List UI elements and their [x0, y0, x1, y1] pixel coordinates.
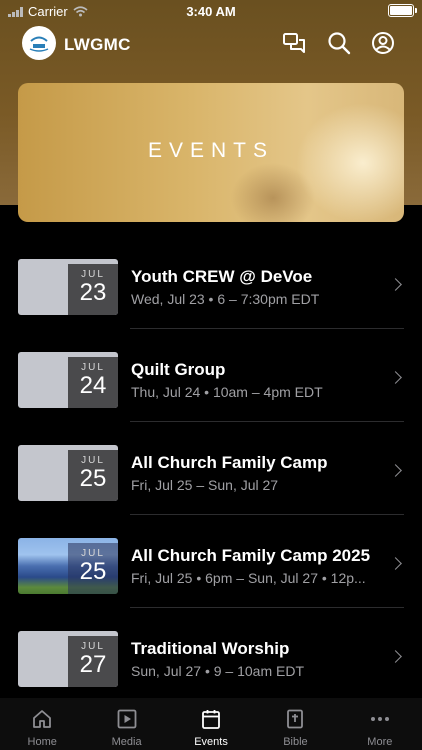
church-logo[interactable]	[22, 26, 56, 60]
tab-label: Media	[111, 736, 142, 748]
event-title: Traditional Worship	[131, 639, 290, 658]
tab-more[interactable]: More	[338, 698, 422, 750]
tab-events[interactable]: Events	[169, 698, 253, 750]
event-subtitle: Thu, Jul 24 • 10am – 4pm EDT	[131, 384, 323, 400]
account-icon[interactable]	[370, 30, 396, 56]
date-day: 24	[79, 372, 107, 399]
more-icon	[370, 717, 389, 721]
event-subtitle: Wed, Jul 23 • 6 – 7:30pm EDT	[131, 291, 320, 307]
chevron-right-icon	[389, 650, 402, 663]
chevron-right-icon	[389, 371, 402, 384]
battery-icon	[388, 4, 417, 17]
chevron-right-icon	[389, 464, 402, 477]
event-photo-thumbnail: JUL 25	[18, 538, 118, 594]
event-row[interactable]: JUL 25 All Church Family Camp 2025 Fri, …	[0, 515, 422, 608]
event-thumbnail: JUL 23	[18, 259, 118, 315]
tab-media[interactable]: Media	[84, 698, 168, 750]
tab-label: Home	[27, 736, 57, 748]
date-badge: JUL 27	[68, 636, 118, 687]
events-list: JUL 23 Youth CREW @ DeVoe Wed, Jul 23 • …	[0, 236, 422, 701]
bible-icon	[287, 709, 304, 729]
tab-home[interactable]: Home	[0, 698, 84, 750]
calendar-icon	[202, 710, 220, 729]
tab-label: Events	[194, 736, 228, 748]
chevron-right-icon	[389, 557, 402, 570]
event-thumbnail: JUL 24	[18, 352, 118, 408]
date-day: 25	[79, 558, 107, 585]
event-subtitle: Fri, Jul 25 – Sun, Jul 27	[131, 477, 279, 493]
hero-title: EVENTS	[147, 139, 275, 162]
chevron-right-icon	[389, 278, 402, 291]
tab-bar: Home Media Events Bible More	[0, 698, 422, 750]
search-icon[interactable]	[326, 30, 352, 56]
date-badge: JUL 25	[68, 543, 118, 594]
date-day: 27	[79, 651, 107, 678]
tab-bible[interactable]: Bible	[253, 698, 337, 750]
status-time: 3:40 AM	[186, 4, 236, 19]
app-header: LWGMC	[0, 24, 422, 64]
date-badge: JUL 25	[68, 450, 118, 501]
event-title: Quilt Group	[131, 360, 226, 379]
logo-icon	[29, 36, 49, 52]
event-subtitle: Fri, Jul 25 • 6pm – Sun, Jul 27 • 12p...	[131, 570, 366, 586]
event-subtitle: Sun, Jul 27 • 9 – 10am EDT	[131, 663, 304, 679]
event-title: Youth CREW @ DeVoe	[131, 267, 313, 286]
events-hero-banner: EVENTS	[18, 83, 404, 222]
event-row[interactable]: JUL 24 Quilt Group Thu, Jul 24 • 10am – …	[0, 329, 422, 422]
event-row[interactable]: JUL 25 All Church Family Camp Fri, Jul 2…	[0, 422, 422, 515]
event-row[interactable]: JUL 23 Youth CREW @ DeVoe Wed, Jul 23 • …	[0, 236, 422, 329]
event-row[interactable]: JUL 27 Traditional Worship Sun, Jul 27 •…	[0, 608, 422, 701]
app-title: LWGMC	[64, 35, 131, 54]
tab-label: More	[367, 736, 393, 748]
media-icon	[117, 709, 137, 729]
event-thumbnail: JUL 27	[18, 631, 118, 687]
date-badge: JUL 23	[68, 264, 118, 315]
date-badge: JUL 24	[68, 357, 118, 408]
event-title: All Church Family Camp	[131, 453, 328, 472]
date-day: 23	[79, 279, 107, 306]
event-title: All Church Family Camp 2025	[131, 546, 371, 565]
home-icon	[33, 710, 52, 728]
event-thumbnail: JUL 25	[18, 445, 118, 501]
date-day: 25	[79, 465, 107, 492]
chat-icon[interactable]	[281, 30, 307, 56]
status-bar: Carrier 3:40 AM	[0, 0, 422, 22]
tab-label: Bible	[283, 736, 308, 748]
